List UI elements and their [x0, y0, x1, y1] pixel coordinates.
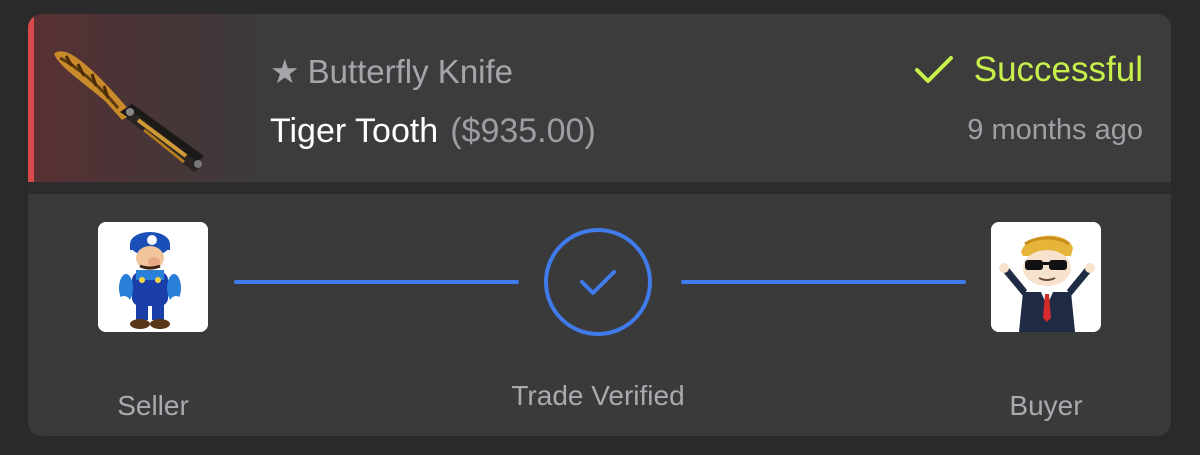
trade-connector-right [681, 280, 966, 284]
skin-line: Tiger Tooth ($935.00) [270, 112, 596, 151]
skin-name: Tiger Tooth [270, 112, 439, 150]
rarity-accent-bar [28, 14, 34, 182]
buyer-label: Buyer [1009, 390, 1083, 421]
wsb-guy-avatar [991, 222, 1101, 332]
star-icon: ★ [270, 53, 300, 90]
trade-verified-label: Trade Verified [511, 380, 685, 411]
item-row[interactable]: ★ Butterfly Knife Tiger Tooth ($935.00) Su… [28, 14, 1171, 182]
section-divider [28, 182, 1171, 194]
item-name-label: Butterfly Knife [307, 53, 514, 90]
trade-timestamp: 9 months ago [967, 114, 1143, 146]
trade-verified-badge [544, 228, 652, 336]
status-label: Successful [973, 50, 1143, 89]
trade-connector-left [234, 280, 519, 284]
item-thumbnail[interactable] [28, 14, 253, 182]
trade-card: ★ Butterfly Knife Tiger Tooth ($935.00) Su… [28, 14, 1171, 436]
checkmark-icon [580, 270, 616, 295]
trade-parties-row: Seller Trade Verified Buyer [28, 194, 1171, 436]
checkmark-icon [914, 56, 953, 83]
item-name: ★ Butterfly Knife [270, 52, 513, 91]
butterfly-knife-icon [54, 51, 204, 172]
buyer-avatar[interactable] [991, 222, 1101, 332]
seller-avatar[interactable] [98, 222, 208, 332]
status-badge: Successful [914, 50, 1143, 90]
luigi-avatar [98, 222, 208, 332]
item-price: ($935.00) [450, 112, 596, 150]
seller-label: Seller [117, 390, 189, 421]
